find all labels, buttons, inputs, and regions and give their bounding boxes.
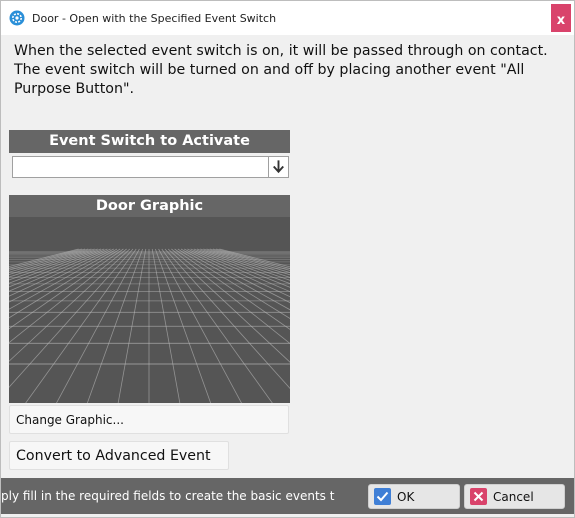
close-icon: x — [556, 13, 566, 28]
perspective-grid — [9, 248, 290, 403]
gear-app-icon — [9, 10, 25, 26]
footer-hint-text: ply fill in the required fields to creat… — [1, 489, 335, 503]
description-line-1: When the selected event switch is on, it… — [14, 43, 548, 59]
close-button[interactable]: x — [551, 4, 571, 32]
door-graphic-preview — [9, 217, 290, 403]
change-graphic-button[interactable]: Change Graphic... — [9, 405, 289, 434]
description: When the selected event switch is on, it… — [14, 42, 564, 99]
event-switch-header: Event Switch to Activate — [9, 130, 290, 153]
ok-button[interactable]: OK — [368, 484, 460, 509]
title-bar[interactable]: Door - Open with the Specified Event Swi… — [1, 1, 574, 35]
event-switch-select[interactable] — [12, 156, 289, 178]
footer-hint: ply fill in the required fields to creat… — [1, 478, 361, 514]
checkmark-icon — [374, 488, 391, 505]
description-line-2: The event switch will be turned on and o… — [14, 62, 525, 97]
arrow-down-icon[interactable] — [268, 157, 288, 177]
x-icon — [470, 488, 487, 505]
convert-advanced-button[interactable]: Convert to Advanced Event — [9, 441, 229, 470]
window-title: Door - Open with the Specified Event Swi… — [32, 12, 277, 25]
cancel-label: Cancel — [493, 490, 534, 504]
footer-bar: ply fill in the required fields to creat… — [1, 478, 574, 514]
cancel-button[interactable]: Cancel — [464, 484, 565, 509]
dialog-window: Door - Open with the Specified Event Swi… — [0, 0, 575, 518]
door-graphic-header: Door Graphic — [9, 195, 290, 218]
ok-label: OK — [397, 490, 415, 504]
